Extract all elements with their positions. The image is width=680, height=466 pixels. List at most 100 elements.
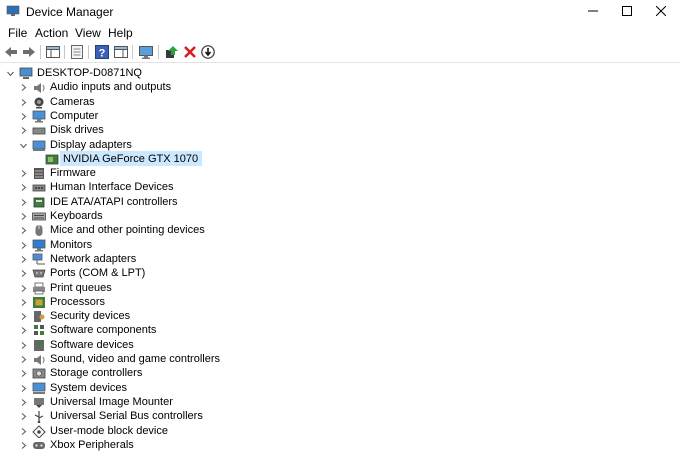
chevron-right-icon (21, 113, 27, 120)
tree-category-xbox-peripherals[interactable]: Xbox Peripherals (0, 438, 680, 452)
display-adapter-icon (32, 140, 46, 151)
help-icon[interactable]: ? (94, 44, 110, 60)
camera-icon (34, 97, 44, 109)
port-icon (32, 269, 46, 278)
tree-category-processors[interactable]: Processors (0, 295, 680, 309)
back-icon[interactable] (3, 44, 19, 60)
tree-category-keyboards[interactable]: Keyboards (0, 209, 680, 223)
menu-bar: File Action View Help (0, 24, 680, 42)
disable-device-icon[interactable] (200, 44, 216, 60)
tree-root-computer[interactable]: DESKTOP-D0871NQ (0, 66, 680, 80)
chevron-right-icon (21, 399, 27, 406)
chevron-right-icon (21, 341, 27, 349)
tree-category-ide-ata-atapi-controllers[interactable]: IDE ATA/ATAPI controllers (0, 195, 680, 209)
tree-category-disk-drives[interactable]: Disk drives (0, 123, 680, 137)
hid-icon (32, 184, 46, 192)
tree-category-ports-com-lpt[interactable]: Ports (COM & LPT) (0, 266, 680, 280)
processor-icon (33, 296, 45, 308)
toolbar-separator (132, 45, 133, 59)
close-button[interactable] (644, 0, 678, 22)
show-hide-console-tree-icon[interactable] (45, 44, 61, 60)
menu-file[interactable]: File (8, 26, 27, 40)
keyboard-icon (32, 212, 46, 221)
tree-item-label: DESKTOP-D0871NQ (37, 67, 142, 79)
sound-icon (34, 355, 45, 365)
tree-category-cameras[interactable]: Cameras (0, 95, 680, 109)
action-pane-icon[interactable] (113, 44, 129, 60)
monitor-icon[interactable] (138, 44, 154, 60)
toolbar-separator (88, 45, 89, 59)
close-icon (656, 6, 666, 16)
toolbar-separator (64, 45, 65, 59)
tree-category-computer[interactable]: Computer (0, 109, 680, 123)
toolbar: ? (0, 42, 680, 63)
tree-category-network-adapters[interactable]: Network adapters (0, 252, 680, 266)
chevron-right-icon (21, 84, 27, 92)
tree-item-label: Keyboards (50, 210, 103, 222)
tree-item-label: Processors (50, 295, 106, 308)
tree-category-monitors[interactable]: Monitors (0, 238, 680, 252)
chevron-right-icon (21, 256, 27, 263)
chevron-right-icon (21, 127, 27, 135)
tree-item-label: User-mode block device (50, 424, 168, 437)
tree-category-security-devices[interactable]: Security devices (0, 309, 680, 323)
tree-category-storage-controllers[interactable]: Storage controllers (0, 366, 680, 380)
tree-category-display-adapters[interactable]: Display adapters (0, 138, 680, 152)
tree-category-universal-serial-bus-controllers[interactable]: Universal Serial Bus controllers (0, 409, 680, 424)
tree-item-label: Cameras (50, 95, 95, 108)
software-device-icon (34, 339, 44, 351)
mouse-icon (35, 225, 43, 237)
software-component-icon (34, 325, 44, 336)
maximize-icon (622, 6, 632, 16)
tree-category-human-interface-devices[interactable]: Human Interface Devices (0, 180, 680, 194)
update-driver-icon[interactable] (164, 44, 180, 60)
tree-category-firmware[interactable]: Firmware (0, 166, 680, 180)
svg-text:?: ? (99, 48, 106, 60)
device-manager-app-icon (6, 5, 20, 16)
uninstall-icon[interactable] (182, 44, 198, 60)
tree-category-audio-inputs-and-outputs[interactable]: Audio inputs and outputs (0, 80, 680, 94)
computer-icon (32, 110, 46, 123)
properties-icon[interactable] (69, 44, 85, 60)
chevron-down-icon (20, 143, 27, 148)
tree-category-mice-and-other-pointing-devices[interactable]: Mice and other pointing devices (0, 223, 680, 237)
menu-help[interactable]: Help (108, 26, 133, 40)
chevron-right-icon (21, 270, 27, 278)
chevron-right-icon (21, 170, 27, 177)
tree-item-label: Software devices (50, 338, 134, 351)
usb-icon (34, 411, 44, 424)
menu-view[interactable]: View (75, 26, 101, 40)
gpu-icon (45, 154, 59, 165)
minimize-icon (588, 10, 598, 12)
menu-action[interactable]: Action (35, 26, 68, 40)
toolbar-separator (158, 45, 159, 59)
tree-category-system-devices[interactable]: System devices (0, 381, 680, 395)
tree-item-label: Security devices (50, 310, 131, 323)
toolbar-separator (40, 45, 41, 59)
tree-category-software-devices[interactable]: Software devices (0, 338, 680, 352)
title-bar: Device Manager (0, 0, 680, 24)
tree-category-sound-video-and-game-controllers[interactable]: Sound, video and game controllers (0, 352, 680, 366)
chevron-right-icon (21, 213, 27, 220)
tree-category-universal-image-mounter[interactable]: Universal Image Mounter (0, 395, 680, 409)
tree-item-label: Print queues (50, 281, 112, 294)
tree-device-item[interactable]: NVIDIA GeForce GTX 1070 (0, 150, 680, 166)
monitor-icon (32, 239, 46, 252)
tree-item-label: Mice and other pointing devices (50, 224, 205, 237)
tree-item-label: Firmware (50, 167, 96, 180)
tree-item-label: Human Interface Devices (50, 181, 174, 194)
tree-category-user-mode-block-device[interactable]: User-mode block device (0, 424, 680, 438)
maximize-button[interactable] (610, 0, 644, 22)
printer-icon (33, 282, 45, 294)
chevron-down-icon (7, 71, 14, 77)
image-mounter-icon (34, 397, 44, 408)
tree-category-print-queues[interactable]: Print queues (0, 281, 680, 295)
block-device-icon (32, 424, 46, 438)
tree-item-label: Software components (50, 324, 157, 337)
minimize-button[interactable] (576, 0, 610, 22)
tree-category-software-components[interactable]: Software components (0, 323, 680, 337)
firmware-icon (34, 168, 44, 180)
window-title: Device Manager (26, 5, 114, 19)
tree-item-label: IDE ATA/ATAPI controllers (50, 195, 178, 208)
forward-icon[interactable] (21, 44, 37, 60)
